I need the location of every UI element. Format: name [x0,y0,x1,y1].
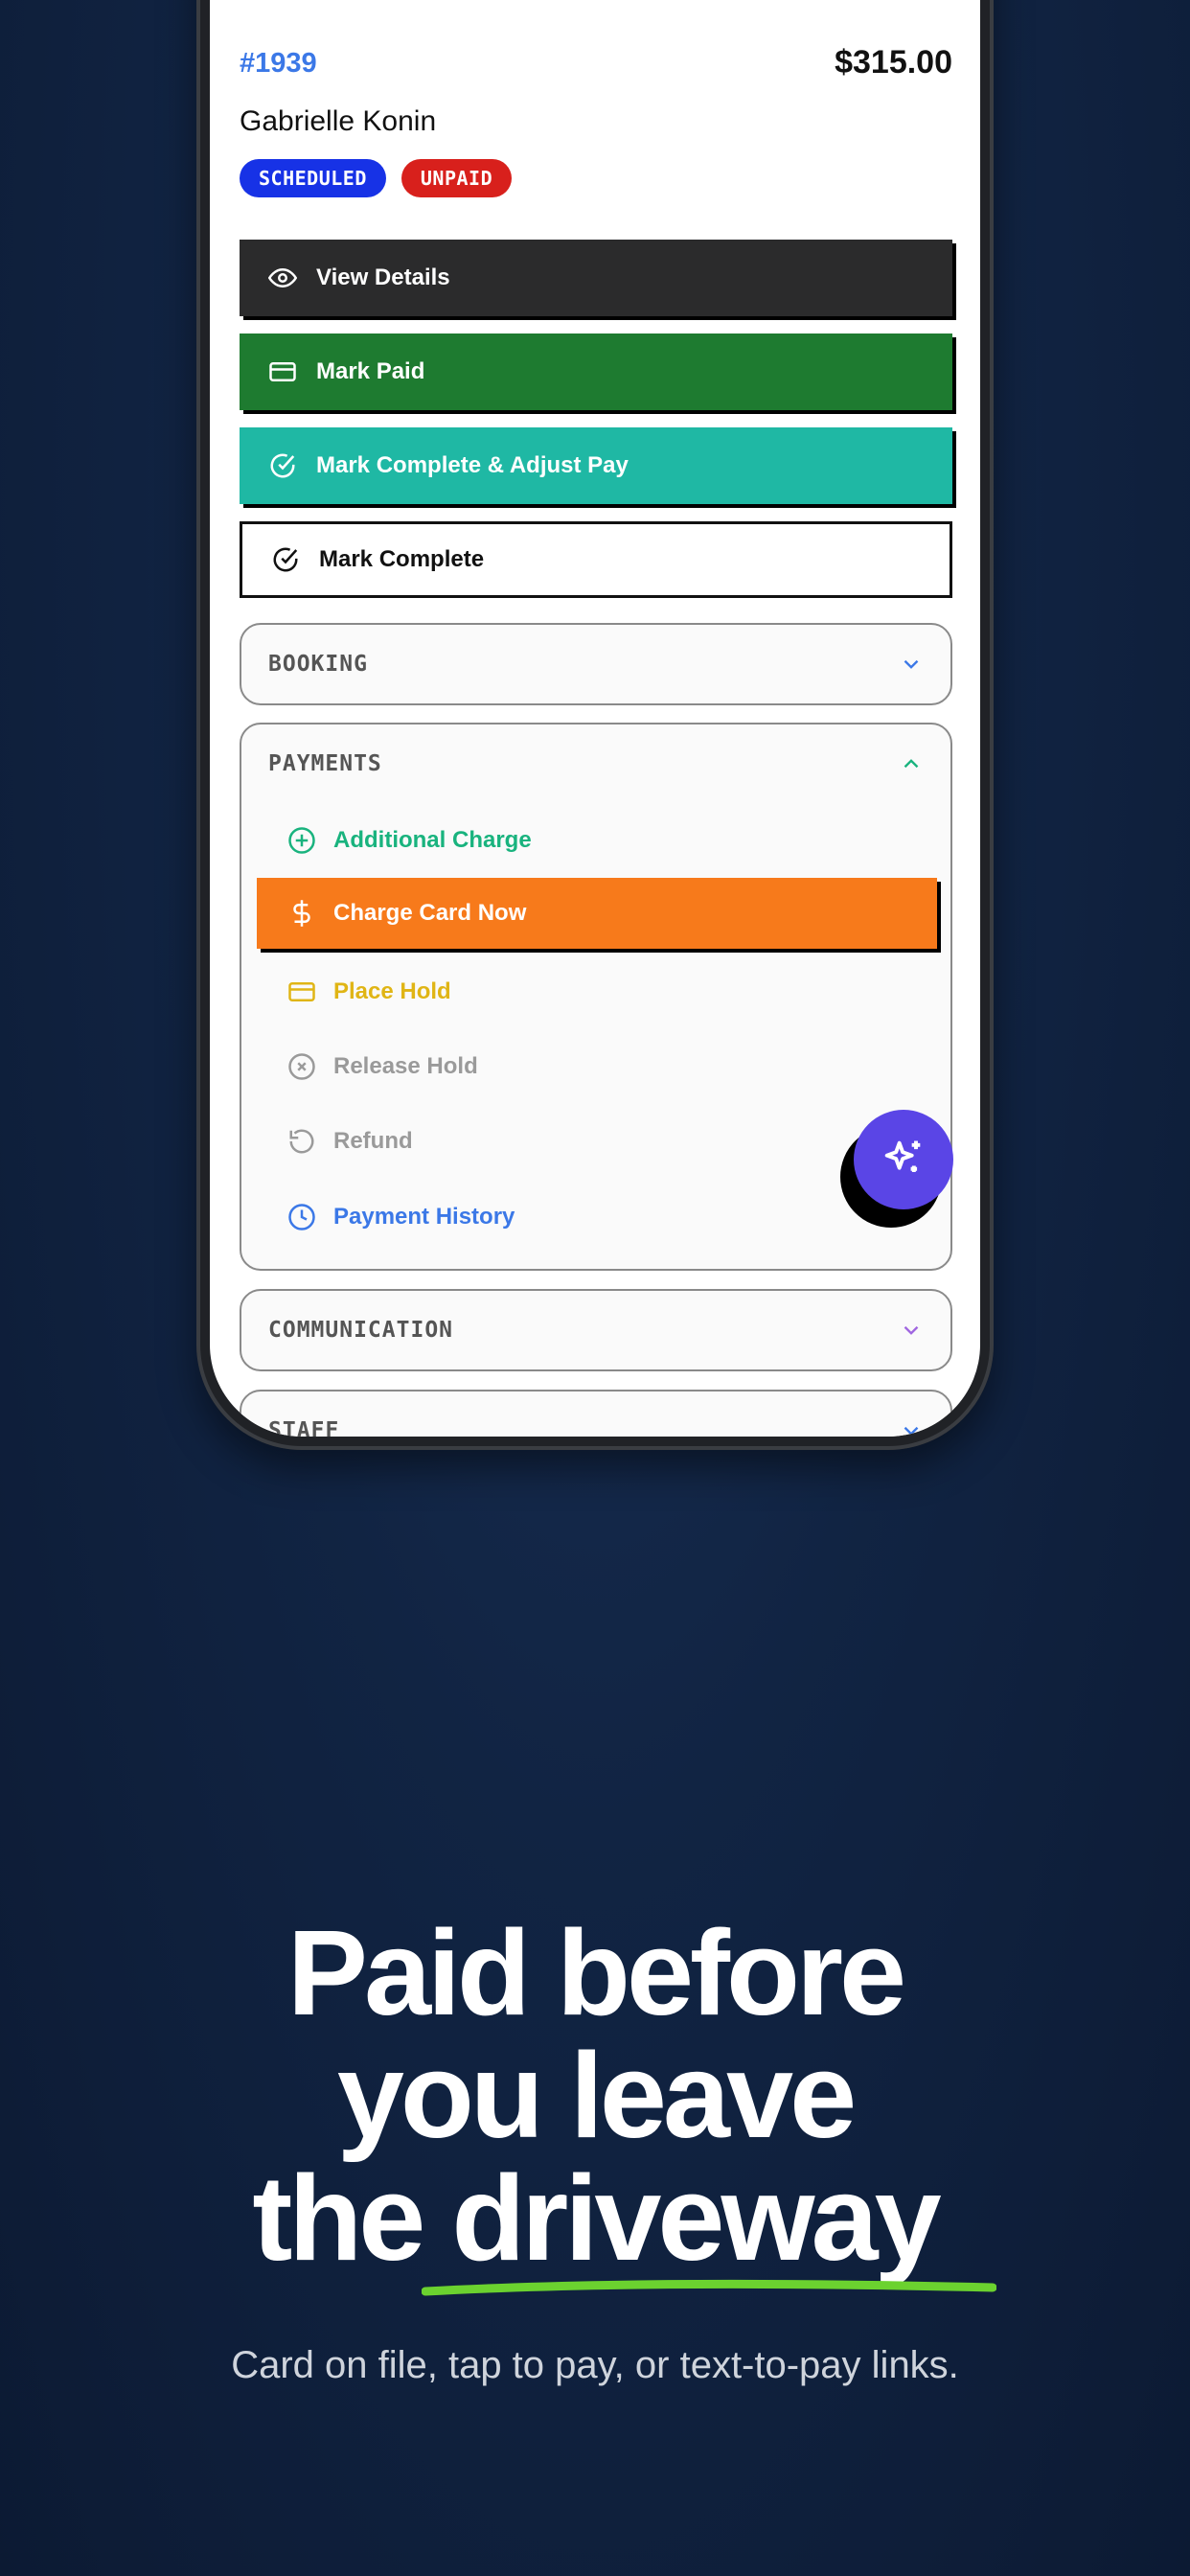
customer-name: Gabrielle Konin [240,105,437,137]
chevron-down-icon [904,1325,919,1335]
chevron-up-icon [904,759,919,769]
section-booking-header[interactable]: BOOKING [241,625,950,703]
order-amount: $315.00 [835,44,952,80]
phone-screen: #1939 $315.00 Gabrielle Konin SCHEDULED … [210,0,980,1437]
section-staff-header[interactable]: STAFF [241,1392,950,1437]
headline-line-2: you leave [336,2028,857,2163]
marketing-subtitle: Card on file, tap to pay, or text-to-pay… [231,2344,959,2386]
order-id[interactable]: #1939 [240,48,317,80]
section-communication-title: COMMUNICATION [268,1318,454,1343]
additional-charge-label: Additional Charge [333,827,532,853]
highlight-underline [422,2280,996,2296]
place-hold-button[interactable]: Place Hold [241,954,954,1029]
card-icon [269,362,296,381]
plus-circle-icon [288,827,315,854]
undo-icon [289,1129,314,1154]
check-circle-icon [273,547,298,572]
section-communication-header[interactable]: COMMUNICATION [241,1291,950,1369]
section-booking-title: BOOKING [268,652,368,677]
clock-icon [288,1204,315,1230]
headline-line-1: Paid before [286,1905,906,2040]
section-booking[interactable]: BOOKING [240,623,952,705]
chevron-down-icon [904,1426,919,1436]
sparkles-icon [884,1140,921,1172]
charge-card-now-button[interactable]: Charge Card Now [257,878,937,949]
eye-icon [268,267,297,288]
headline-line-3: the driveway [252,2150,941,2286]
check-circle-icon [270,453,295,478]
payment-history-label: Payment History [333,1204,515,1230]
mark-paid-button[interactable]: Mark Paid [240,334,952,410]
view-details-button[interactable]: View Details [240,240,952,316]
place-hold-label: Place Hold [333,978,451,1004]
additional-charge-button[interactable]: Additional Charge [241,803,954,878]
mark-complete-adjust-button[interactable]: Mark Complete & Adjust Pay [240,427,952,504]
section-staff-title: STAFF [268,1418,340,1437]
ai-assistant-button[interactable] [854,1110,953,1209]
marketing-headline: Paid before you leave the driveway [0,1912,1190,2280]
section-staff[interactable]: STAFF [240,1390,952,1437]
status-badge-scheduled: SCHEDULED [240,159,386,197]
section-payments-title: PAYMENTS [268,751,382,776]
mark-paid-label: Mark Paid [316,358,425,384]
status-badge-unpaid: UNPAID [400,159,513,197]
release-hold-button[interactable]: Release Hold [241,1029,954,1104]
x-circle-icon [288,1053,315,1080]
dollar-icon [293,900,310,927]
mark-complete-label: Mark Complete [319,546,485,572]
refund-label: Refund [333,1128,413,1154]
mark-complete-button[interactable]: Mark Complete [240,521,952,598]
section-payments-header[interactable]: PAYMENTS [241,724,950,803]
charge-card-now-label: Charge Card Now [333,900,527,926]
view-details-label: View Details [316,264,450,290]
section-communication[interactable]: COMMUNICATION [240,1289,952,1371]
release-hold-label: Release Hold [333,1053,478,1079]
chevron-down-icon [904,659,919,669]
card-icon [288,982,315,1001]
status-badges: SCHEDULED UNPAID [240,159,513,197]
mark-complete-adjust-label: Mark Complete & Adjust Pay [316,452,629,478]
